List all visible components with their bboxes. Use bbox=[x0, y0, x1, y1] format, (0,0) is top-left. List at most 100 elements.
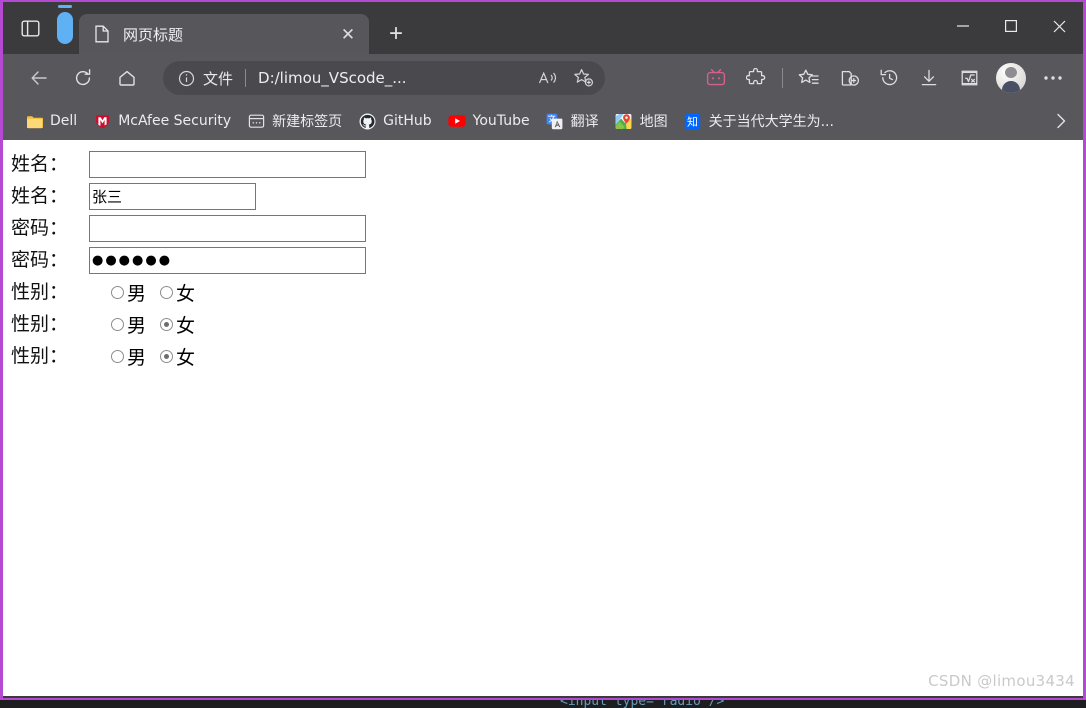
read-aloud-icon[interactable] bbox=[533, 64, 561, 92]
radio-label: 男 bbox=[127, 346, 147, 369]
bilibili-extension-icon[interactable] bbox=[696, 61, 736, 95]
field-label: 姓名： bbox=[11, 152, 69, 175]
extensions-puzzle-icon[interactable] bbox=[736, 61, 776, 95]
radio-label: 男 bbox=[127, 282, 147, 305]
sidebar-icon[interactable] bbox=[15, 13, 45, 43]
bookmark-item-github[interactable]: GitHub bbox=[350, 107, 440, 135]
radio-option-male[interactable]: 男 bbox=[111, 279, 146, 306]
form-row-password-empty: 密码： bbox=[11, 212, 1083, 244]
bookmark-label: YouTube bbox=[472, 113, 530, 129]
zhihu-icon: 知 bbox=[684, 112, 702, 130]
bookmark-item-dell[interactable]: Dell bbox=[17, 107, 85, 135]
field-label: 密码： bbox=[11, 248, 69, 271]
minimize-button[interactable] bbox=[939, 2, 987, 50]
radio-label: 女 bbox=[176, 282, 196, 305]
info-circle-icon[interactable] bbox=[177, 69, 195, 87]
vertical-tab-pill-icon[interactable] bbox=[57, 5, 73, 44]
bookmark-item-youtube[interactable]: YouTube bbox=[440, 107, 538, 135]
field-label: 性别： bbox=[11, 312, 69, 335]
window-controls bbox=[939, 2, 1083, 50]
gender-radio-group-none: 男 女 bbox=[111, 279, 195, 306]
youtube-icon bbox=[448, 112, 466, 130]
profile-avatar[interactable] bbox=[996, 63, 1026, 93]
radio-option-male[interactable]: 男 bbox=[111, 311, 146, 338]
collections-icon[interactable] bbox=[829, 61, 869, 95]
newtab-page-icon bbox=[247, 112, 265, 130]
field-label: 性别： bbox=[11, 344, 69, 367]
tab-active[interactable]: 网页标题 ✕ bbox=[79, 14, 369, 54]
home-icon[interactable] bbox=[109, 61, 145, 95]
field-label: 性别： bbox=[11, 280, 69, 303]
url-text[interactable]: D:/limou_VScode_... bbox=[258, 69, 525, 87]
bookmark-item-translate[interactable]: 翻译 bbox=[538, 107, 607, 135]
downloads-icon[interactable] bbox=[909, 61, 949, 95]
password-input-filled[interactable] bbox=[89, 246, 366, 274]
google-translate-icon bbox=[546, 112, 564, 130]
radio-button-icon[interactable] bbox=[111, 317, 124, 331]
address-bar[interactable]: 文件 D:/limou_VScode_... bbox=[163, 61, 605, 95]
radio-option-female[interactable]: 女 bbox=[160, 279, 195, 306]
bookmark-label: 新建标签页 bbox=[272, 114, 343, 130]
radio-button-icon[interactable] bbox=[111, 285, 124, 299]
web-page-content: 姓名： 姓名： 密码： 密码： 性别： bbox=[3, 140, 1083, 372]
google-maps-icon bbox=[615, 112, 633, 130]
radio-button-icon-checked[interactable] bbox=[160, 349, 174, 363]
gender-radio-group-female-2: 男 女 bbox=[111, 343, 195, 370]
browser-window: 网页标题 ✕ + 文件 D:/limou_VScode_... Dell McA… bbox=[0, 0, 1086, 700]
radio-option-female[interactable]: 女 bbox=[160, 311, 195, 338]
bookmark-label: McAfee Security bbox=[118, 113, 232, 129]
radio-label: 女 bbox=[176, 314, 196, 337]
new-tab-button[interactable]: + bbox=[379, 17, 413, 51]
bookmark-item-zhihu[interactable]: 知 关于当代大学生为... bbox=[676, 107, 842, 135]
radio-option-female[interactable]: 女 bbox=[160, 343, 195, 370]
navigation-toolbar: 文件 D:/limou_VScode_... bbox=[3, 54, 1083, 102]
csdn-watermark: CSDN @limou3434 bbox=[928, 672, 1075, 690]
maximize-button[interactable] bbox=[987, 2, 1035, 50]
form-row-password-filled: 密码： bbox=[11, 244, 1083, 276]
bookmark-label: 翻译 bbox=[570, 114, 599, 130]
name-input-empty[interactable] bbox=[89, 150, 366, 178]
bookmark-label: Dell bbox=[50, 113, 78, 129]
name-input-filled[interactable] bbox=[89, 182, 256, 210]
form-row-gender-female-2: 性别： 男 女 bbox=[11, 340, 1083, 372]
settings-more-icon[interactable] bbox=[1033, 61, 1073, 95]
refresh-icon[interactable] bbox=[65, 61, 101, 95]
radio-label: 男 bbox=[127, 314, 147, 337]
bookmark-label: 关于当代大学生为... bbox=[708, 114, 834, 130]
password-input-empty[interactable] bbox=[89, 214, 366, 242]
bookmarks-bar: Dell McAfee Security 新建标签页 GitHub YouTub… bbox=[3, 102, 1083, 140]
bookmark-item-mcafee[interactable]: McAfee Security bbox=[85, 107, 239, 135]
document-icon bbox=[93, 25, 111, 43]
toolbar-actions bbox=[696, 61, 1073, 95]
close-icon[interactable]: ✕ bbox=[335, 21, 361, 47]
form-row-gender-none: 性别： 男 女 bbox=[11, 276, 1083, 308]
favorites-icon[interactable] bbox=[789, 61, 829, 95]
tab-strip: 网页标题 ✕ + bbox=[79, 2, 413, 54]
titlebar-left-actions bbox=[3, 2, 73, 54]
bookmark-item-newtab[interactable]: 新建标签页 bbox=[239, 107, 350, 135]
svg-text:知: 知 bbox=[687, 114, 698, 128]
form-row-name-empty: 姓名： bbox=[11, 148, 1083, 180]
form-row-name-filled: 姓名： bbox=[11, 180, 1083, 212]
bookmark-label: 地图 bbox=[639, 114, 668, 130]
close-button[interactable] bbox=[1035, 2, 1083, 50]
radio-button-icon[interactable] bbox=[160, 285, 174, 299]
back-arrow-icon[interactable] bbox=[21, 61, 57, 95]
add-favorite-star-icon[interactable] bbox=[569, 64, 597, 92]
desktop-background-strip: <input type="radio"/> bbox=[0, 700, 1086, 708]
mcafee-shield-icon bbox=[93, 112, 111, 130]
math-solver-icon[interactable] bbox=[949, 61, 989, 95]
radio-button-icon[interactable] bbox=[111, 349, 124, 363]
url-scheme-label: 文件 bbox=[203, 69, 234, 88]
bookmark-item-maps[interactable]: 地图 bbox=[607, 107, 676, 135]
folder-icon bbox=[25, 112, 43, 130]
history-icon[interactable] bbox=[869, 61, 909, 95]
radio-button-icon-checked[interactable] bbox=[160, 317, 174, 331]
title-bar: 网页标题 ✕ + bbox=[3, 2, 1083, 54]
omnibox-separator bbox=[245, 69, 247, 87]
tab-title: 网页标题 bbox=[123, 25, 184, 44]
radio-label: 女 bbox=[176, 346, 196, 369]
gender-radio-group-female-1: 男 女 bbox=[111, 311, 195, 338]
bookmarks-overflow-chevron-icon[interactable] bbox=[1047, 107, 1075, 135]
radio-option-male[interactable]: 男 bbox=[111, 343, 146, 370]
